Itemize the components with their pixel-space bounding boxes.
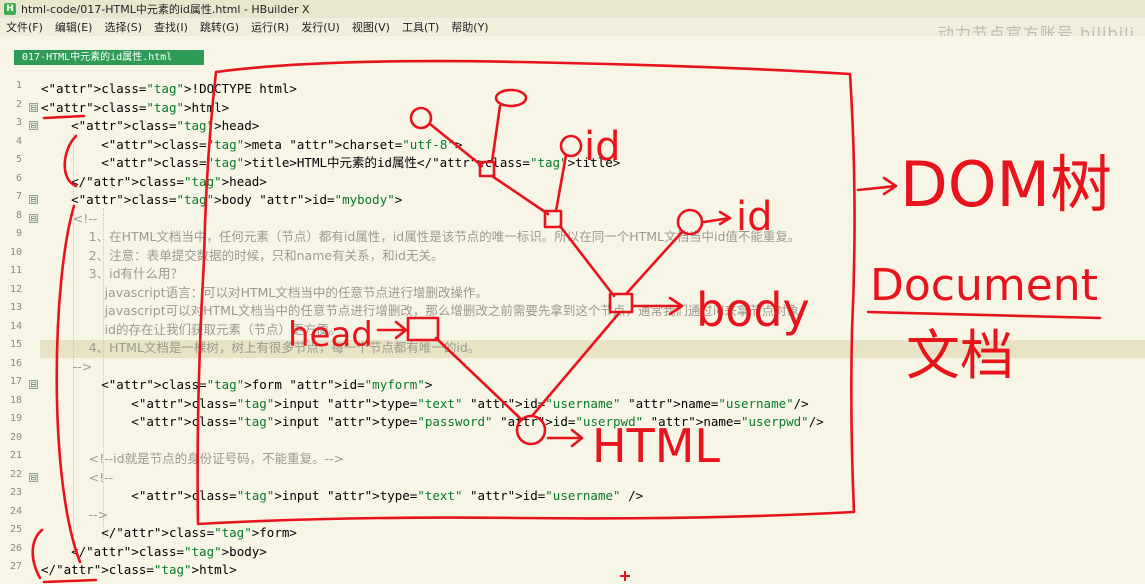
- line-number: 17: [9, 376, 22, 387]
- line-number: 13: [9, 302, 22, 313]
- code-line[interactable]: -->: [41, 358, 93, 376]
- fold-toggle-icon[interactable]: ⊟: [29, 380, 38, 389]
- line-number: 15: [9, 339, 22, 350]
- code-line[interactable]: -->: [41, 506, 109, 524]
- line-number: 1: [15, 80, 22, 91]
- menu-item[interactable]: 运行(R): [245, 19, 295, 35]
- code-line[interactable]: javascript语言：可以对HTML文档当中的任意节点进行增删改操作。: [41, 284, 488, 302]
- fold-toggle-icon[interactable]: ⊟: [29, 195, 38, 204]
- line-number: 5: [15, 154, 22, 165]
- code-line[interactable]: <"attr">class="tag">form "attr">id="myfo…: [41, 376, 432, 394]
- underline-html-close: [42, 578, 98, 584]
- line-number: 3: [15, 117, 22, 128]
- tree-node: [406, 316, 440, 342]
- hbuilder-logo-icon: H: [4, 3, 16, 15]
- code-line[interactable]: <"attr">class="tag">body "attr">id="mybo…: [41, 191, 402, 209]
- menu-item[interactable]: 选择(S): [98, 19, 148, 35]
- menu-item[interactable]: 文件(F): [0, 19, 49, 35]
- window-title: html-code/017-HTML中元素的id属性.html - HBuild…: [21, 3, 310, 16]
- menu-item[interactable]: 发行(U): [295, 19, 346, 35]
- code-line[interactable]: 2、注意：表单提交数据的时候，只和name有关系，和id无关。: [41, 247, 444, 265]
- arrow-dom: [856, 176, 898, 196]
- code-line[interactable]: </"attr">class="tag">form>: [41, 524, 297, 542]
- tree-node: [543, 209, 563, 229]
- line-number: 9: [15, 228, 22, 239]
- line-number: 4: [15, 135, 22, 147]
- line-number: 18: [9, 394, 22, 406]
- code-line[interactable]: <!--: [41, 469, 114, 487]
- line-number: 23: [9, 487, 22, 498]
- code-line[interactable]: <"attr">class="tag">title>HTML中元素的id属性</…: [41, 154, 620, 172]
- line-number: 22: [9, 468, 22, 480]
- arrow-head: [376, 320, 408, 340]
- code-line[interactable]: <"attr">class="tag">input "attr">type="p…: [41, 413, 823, 431]
- menu-item[interactable]: 视图(V): [346, 19, 396, 35]
- code-line[interactable]: 4、HTML文档是一棵树，树上有很多节点，每一个节点都有唯一的id。: [41, 339, 481, 357]
- code-line[interactable]: <"attr">class="tag">!DOCTYPE html>: [41, 80, 297, 98]
- tree-edge: [490, 174, 550, 216]
- menu-item[interactable]: 查找(I): [148, 19, 194, 35]
- line-number: 11: [9, 265, 22, 276]
- code-line[interactable]: <"attr">class="tag">input "attr">type="t…: [41, 487, 643, 505]
- tab-active-file[interactable]: 017-HTML中元素的id属性.html: [14, 50, 204, 65]
- line-number: 12: [9, 283, 22, 295]
- underline-document: [866, 310, 1102, 320]
- line-number: 20: [9, 431, 22, 443]
- code-line[interactable]: <!--id就是节点的身份证号码，不能重复。-->: [41, 450, 344, 468]
- line-number: 2: [15, 98, 22, 110]
- label-document: Document: [870, 260, 1098, 311]
- line-number: 25: [9, 524, 22, 535]
- line-number: 26: [9, 542, 22, 554]
- code-line[interactable]: <"attr">class="tag">head>: [41, 117, 259, 135]
- code-line[interactable]: <"attr">class="tag">input "attr">type="t…: [41, 395, 808, 413]
- tree-node: [494, 88, 528, 108]
- line-number: 10: [9, 246, 22, 258]
- code-line[interactable]: javascript可以对HTML文档当中的任意节点进行增删改，那么增删改之前需…: [41, 302, 812, 320]
- fold-toggle-icon[interactable]: ⊟: [29, 213, 38, 223]
- editor-tab-bar: 017-HTML中元素的id属性.html: [0, 36, 1145, 66]
- menu-item[interactable]: 工具(T): [396, 19, 445, 35]
- fold-toggle-icon[interactable]: ⊟: [29, 102, 38, 112]
- menu-item[interactable]: 跳转(G): [194, 19, 245, 35]
- fold-toggle-icon[interactable]: ⊟: [29, 472, 38, 482]
- arrow-html: [546, 428, 584, 448]
- line-number: 8: [15, 209, 22, 221]
- title-bar: H html-code/017-HTML中元素的id属性.html - HBui…: [0, 0, 1145, 19]
- tree-node: [409, 106, 433, 130]
- line-number: 27: [9, 561, 22, 572]
- code-line[interactable]: </"attr">class="tag">head>: [41, 173, 267, 191]
- code-line[interactable]: <"attr">class="tag">html>: [41, 99, 229, 117]
- line-number: 7: [15, 191, 22, 202]
- code-line[interactable]: </"attr">class="tag">body>: [41, 543, 267, 561]
- tree-node: [559, 134, 583, 158]
- line-number: 21: [9, 450, 22, 461]
- code-line[interactable]: </"attr">class="tag">html>: [41, 561, 237, 579]
- menu-item[interactable]: 帮助(Y): [445, 19, 494, 35]
- line-number: 6: [15, 172, 22, 184]
- cursor-crosshair-icon: [620, 571, 630, 581]
- line-number: 16: [9, 357, 22, 369]
- code-line[interactable]: 3、id有什么用？: [41, 265, 183, 283]
- menu-item[interactable]: 编辑(E): [49, 19, 99, 35]
- arrow-id: [702, 210, 732, 226]
- line-number: 14: [9, 320, 22, 332]
- line-number: 19: [9, 413, 22, 424]
- code-line[interactable]: 1、在HTML文档当中，任何元素（节点）都有id属性，id属性是该节点的唯一标识…: [41, 228, 801, 246]
- fold-toggle-icon[interactable]: ⊟: [29, 121, 38, 130]
- line-number: 24: [9, 505, 22, 517]
- code-line[interactable]: <!--: [41, 210, 98, 228]
- label-dom-tree: DOM树: [900, 148, 1112, 221]
- code-line[interactable]: id的存在让我们获取元素（节点）更方便。: [41, 321, 341, 339]
- code-line[interactable]: <"attr">class="tag">meta "attr">charset=…: [41, 136, 462, 154]
